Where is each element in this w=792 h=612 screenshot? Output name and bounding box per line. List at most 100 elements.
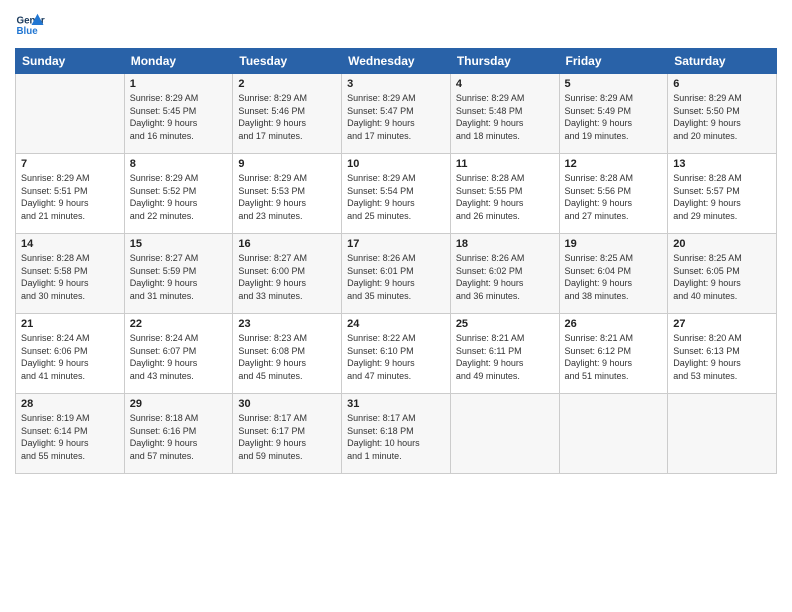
calendar-cell: 19 Sunrise: 8:25 AM Sunset: 6:04 PM Dayli…	[559, 234, 668, 314]
day-number: 5	[565, 78, 663, 90]
calendar-cell: 26 Sunrise: 8:21 AM Sunset: 6:12 PM Dayli…	[559, 314, 668, 394]
day-number: 12	[565, 158, 663, 170]
week-row-3: 21 Sunrise: 8:24 AM Sunset: 6:06 PM Dayli…	[16, 314, 777, 394]
col-header-thursday: Thursday	[450, 49, 559, 74]
col-header-sunday: Sunday	[16, 49, 125, 74]
calendar-cell: 14 Sunrise: 8:28 AM Sunset: 5:58 PM Dayli…	[16, 234, 125, 314]
calendar-cell: 15 Sunrise: 8:27 AM Sunset: 5:59 PM Dayli…	[124, 234, 233, 314]
calendar-cell	[668, 394, 777, 474]
day-number: 30	[238, 398, 336, 410]
cell-info: Sunrise: 8:22 AM Sunset: 6:10 PM Dayligh…	[347, 332, 445, 382]
day-number: 9	[238, 158, 336, 170]
calendar-cell: 11 Sunrise: 8:28 AM Sunset: 5:55 PM Dayli…	[450, 154, 559, 234]
col-header-monday: Monday	[124, 49, 233, 74]
day-number: 8	[130, 158, 228, 170]
day-number: 19	[565, 238, 663, 250]
cell-info: Sunrise: 8:23 AM Sunset: 6:08 PM Dayligh…	[238, 332, 336, 382]
col-header-friday: Friday	[559, 49, 668, 74]
cell-info: Sunrise: 8:29 AM Sunset: 5:54 PM Dayligh…	[347, 172, 445, 222]
cell-info: Sunrise: 8:25 AM Sunset: 6:05 PM Dayligh…	[673, 252, 771, 302]
day-number: 24	[347, 318, 445, 330]
col-header-wednesday: Wednesday	[342, 49, 451, 74]
day-number: 3	[347, 78, 445, 90]
cell-info: Sunrise: 8:29 AM Sunset: 5:45 PM Dayligh…	[130, 92, 228, 142]
day-number: 7	[21, 158, 119, 170]
cell-info: Sunrise: 8:28 AM Sunset: 5:55 PM Dayligh…	[456, 172, 554, 222]
cell-info: Sunrise: 8:29 AM Sunset: 5:48 PM Dayligh…	[456, 92, 554, 142]
week-row-1: 7 Sunrise: 8:29 AM Sunset: 5:51 PM Daylig…	[16, 154, 777, 234]
calendar-cell	[559, 394, 668, 474]
day-number: 18	[456, 238, 554, 250]
calendar-cell: 3Sunrise: 8:29 AM Sunset: 5:47 PM Daylig…	[342, 74, 451, 154]
day-number: 11	[456, 158, 554, 170]
cell-info: Sunrise: 8:21 AM Sunset: 6:12 PM Dayligh…	[565, 332, 663, 382]
week-row-2: 14 Sunrise: 8:28 AM Sunset: 5:58 PM Dayli…	[16, 234, 777, 314]
calendar-cell: 24 Sunrise: 8:22 AM Sunset: 6:10 PM Dayli…	[342, 314, 451, 394]
day-number: 25	[456, 318, 554, 330]
day-number: 1	[130, 78, 228, 90]
cell-info: Sunrise: 8:29 AM Sunset: 5:46 PM Dayligh…	[238, 92, 336, 142]
calendar-cell: 12Sunrise: 8:28 AM Sunset: 5:56 PM Dayli…	[559, 154, 668, 234]
day-number: 4	[456, 78, 554, 90]
day-number: 29	[130, 398, 228, 410]
calendar-cell: 21 Sunrise: 8:24 AM Sunset: 6:06 PM Dayli…	[16, 314, 125, 394]
calendar-cell: 7 Sunrise: 8:29 AM Sunset: 5:51 PM Daylig…	[16, 154, 125, 234]
calendar-cell: 10Sunrise: 8:29 AM Sunset: 5:54 PM Dayli…	[342, 154, 451, 234]
calendar-cell: 25 Sunrise: 8:21 AM Sunset: 6:11 PM Dayli…	[450, 314, 559, 394]
cell-info: Sunrise: 8:20 AM Sunset: 6:13 PM Dayligh…	[673, 332, 771, 382]
col-header-tuesday: Tuesday	[233, 49, 342, 74]
week-row-4: 28 Sunrise: 8:19 AM Sunset: 6:14 PM Dayli…	[16, 394, 777, 474]
cell-info: Sunrise: 8:25 AM Sunset: 6:04 PM Dayligh…	[565, 252, 663, 302]
calendar-cell: 27Sunrise: 8:20 AM Sunset: 6:13 PM Dayli…	[668, 314, 777, 394]
calendar-cell: 20 Sunrise: 8:25 AM Sunset: 6:05 PM Dayli…	[668, 234, 777, 314]
cell-info: Sunrise: 8:18 AM Sunset: 6:16 PM Dayligh…	[130, 412, 228, 462]
svg-text:Blue: Blue	[17, 26, 39, 37]
cell-info: Sunrise: 8:21 AM Sunset: 6:11 PM Dayligh…	[456, 332, 554, 382]
calendar-cell	[450, 394, 559, 474]
calendar-cell	[16, 74, 125, 154]
day-number: 15	[130, 238, 228, 250]
calendar-cell: 4 Sunrise: 8:29 AM Sunset: 5:48 PM Daylig…	[450, 74, 559, 154]
cell-info: Sunrise: 8:19 AM Sunset: 6:14 PM Dayligh…	[21, 412, 119, 462]
calendar-cell: 5 Sunrise: 8:29 AM Sunset: 5:49 PM Daylig…	[559, 74, 668, 154]
cell-info: Sunrise: 8:29 AM Sunset: 5:53 PM Dayligh…	[238, 172, 336, 222]
day-number: 16	[238, 238, 336, 250]
cell-info: Sunrise: 8:28 AM Sunset: 5:57 PM Dayligh…	[673, 172, 771, 222]
cell-info: Sunrise: 8:28 AM Sunset: 5:58 PM Dayligh…	[21, 252, 119, 302]
calendar-cell: 18 Sunrise: 8:26 AM Sunset: 6:02 PM Dayli…	[450, 234, 559, 314]
calendar-cell: 22Sunrise: 8:24 AM Sunset: 6:07 PM Dayli…	[124, 314, 233, 394]
logo-icon: General Blue	[15, 10, 45, 40]
calendar-cell: 9 Sunrise: 8:29 AM Sunset: 5:53 PM Daylig…	[233, 154, 342, 234]
cell-info: Sunrise: 8:29 AM Sunset: 5:50 PM Dayligh…	[673, 92, 771, 142]
col-header-saturday: Saturday	[668, 49, 777, 74]
calendar-cell: 31Sunrise: 8:17 AM Sunset: 6:18 PM Dayli…	[342, 394, 451, 474]
cell-info: Sunrise: 8:26 AM Sunset: 6:02 PM Dayligh…	[456, 252, 554, 302]
day-number: 6	[673, 78, 771, 90]
day-number: 23	[238, 318, 336, 330]
day-number: 17	[347, 238, 445, 250]
calendar-cell: 29 Sunrise: 8:18 AM Sunset: 6:16 PM Dayli…	[124, 394, 233, 474]
day-number: 14	[21, 238, 119, 250]
cell-info: Sunrise: 8:26 AM Sunset: 6:01 PM Dayligh…	[347, 252, 445, 302]
week-row-0: 1 Sunrise: 8:29 AM Sunset: 5:45 PM Daylig…	[16, 74, 777, 154]
calendar-cell: 13Sunrise: 8:28 AM Sunset: 5:57 PM Dayli…	[668, 154, 777, 234]
calendar-cell: 30 Sunrise: 8:17 AM Sunset: 6:17 PM Dayli…	[233, 394, 342, 474]
day-number: 28	[21, 398, 119, 410]
calendar-cell: 16Sunrise: 8:27 AM Sunset: 6:00 PM Dayli…	[233, 234, 342, 314]
calendar-cell: 28 Sunrise: 8:19 AM Sunset: 6:14 PM Dayli…	[16, 394, 125, 474]
calendar-cell: 8Sunrise: 8:29 AM Sunset: 5:52 PM Daylig…	[124, 154, 233, 234]
cell-info: Sunrise: 8:17 AM Sunset: 6:17 PM Dayligh…	[238, 412, 336, 462]
calendar-cell: 6 Sunrise: 8:29 AM Sunset: 5:50 PM Daylig…	[668, 74, 777, 154]
cell-info: Sunrise: 8:17 AM Sunset: 6:18 PM Dayligh…	[347, 412, 445, 462]
cell-info: Sunrise: 8:29 AM Sunset: 5:51 PM Dayligh…	[21, 172, 119, 222]
day-number: 26	[565, 318, 663, 330]
day-number: 2	[238, 78, 336, 90]
cell-info: Sunrise: 8:27 AM Sunset: 5:59 PM Dayligh…	[130, 252, 228, 302]
calendar-cell: 17 Sunrise: 8:26 AM Sunset: 6:01 PM Dayli…	[342, 234, 451, 314]
cell-info: Sunrise: 8:29 AM Sunset: 5:49 PM Dayligh…	[565, 92, 663, 142]
calendar-cell: 2 Sunrise: 8:29 AM Sunset: 5:46 PM Daylig…	[233, 74, 342, 154]
cell-info: Sunrise: 8:24 AM Sunset: 6:06 PM Dayligh…	[21, 332, 119, 382]
calendar-cell: 1 Sunrise: 8:29 AM Sunset: 5:45 PM Daylig…	[124, 74, 233, 154]
day-number: 20	[673, 238, 771, 250]
day-number: 21	[21, 318, 119, 330]
